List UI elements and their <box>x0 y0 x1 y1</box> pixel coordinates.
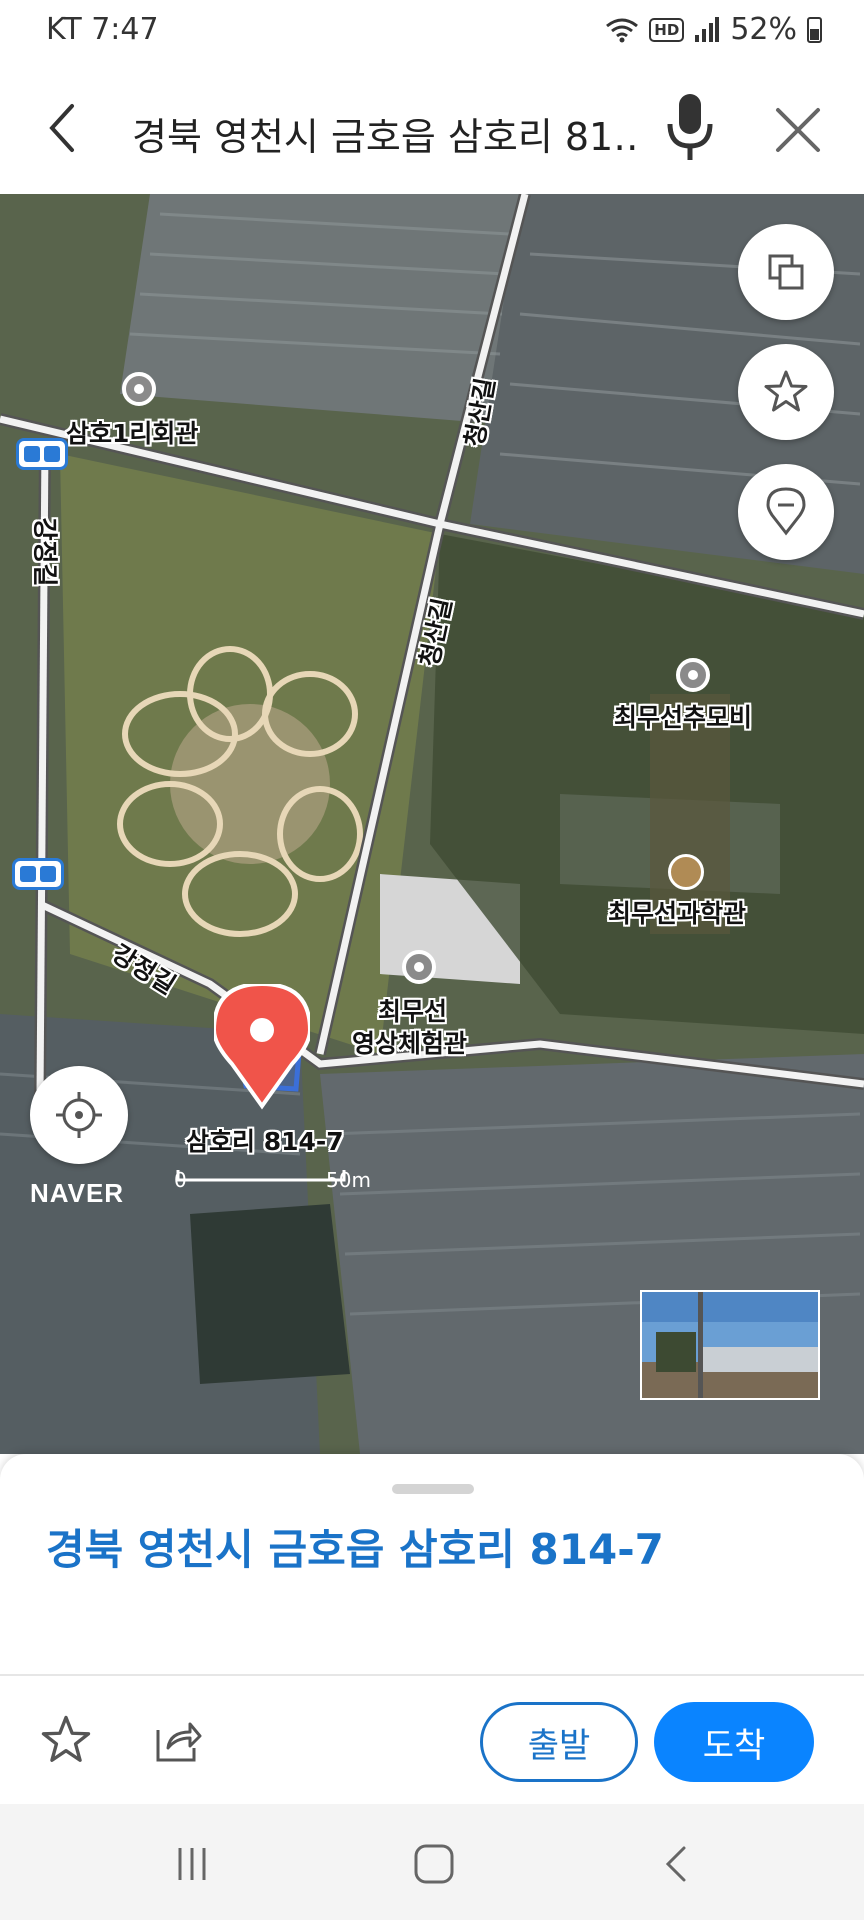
battery-percent: 52% <box>730 12 797 47</box>
status-icons: HD 52% <box>605 12 822 47</box>
current-location-button[interactable] <box>30 1066 128 1164</box>
bus-stop-icon-2[interactable] <box>12 858 64 890</box>
system-nav-bar <box>0 1804 864 1920</box>
voice-search-button[interactable] <box>662 90 718 166</box>
naver-logo: NAVER <box>30 1178 125 1208</box>
map-view[interactable]: 삼호1리회관 청산길 청산길 강정길 강정길 최무선추모비 최무선과학관 최무선… <box>0 194 864 1454</box>
poi-monument-marker[interactable] <box>676 658 710 692</box>
location-pin-marker[interactable] <box>214 984 310 1110</box>
scale-start: 0 <box>174 1168 187 1192</box>
status-bar: KT 7:47 HD 52% <box>0 0 864 62</box>
search-bar: 경북 영천시 금호읍 삼호리 81… <box>0 62 864 194</box>
poi-video-hall-marker[interactable] <box>402 950 436 984</box>
divider <box>0 1674 864 1676</box>
close-button[interactable] <box>772 104 824 156</box>
crosshair-icon <box>56 1092 102 1138</box>
label-video-hall-line1[interactable]: 최무선 <box>378 992 447 1028</box>
wifi-icon <box>606 18 639 42</box>
place-info-sheet[interactable]: 경북 영천시 금호읍 삼호리 814-7 출발 도착 <box>0 1454 864 1804</box>
street-view-thumbnail[interactable] <box>640 1290 820 1400</box>
home-button[interactable] <box>404 1834 464 1894</box>
signal-icon <box>695 16 720 42</box>
back-button[interactable] <box>38 98 86 158</box>
bus-stop-icon[interactable] <box>16 438 68 470</box>
sheet-drag-handle[interactable] <box>392 1484 474 1494</box>
poi-hall-marker[interactable] <box>122 372 156 406</box>
share-icon <box>156 1722 202 1762</box>
label-hall[interactable]: 삼호1리회관 <box>66 414 198 450</box>
label-monument[interactable]: 최무선추모비 <box>614 698 752 734</box>
label-science-hall[interactable]: 최무선과학관 <box>608 894 746 930</box>
home-icon <box>414 1844 454 1884</box>
save-place-button[interactable] <box>36 1710 96 1770</box>
battery-icon <box>807 16 822 43</box>
label-road-gangjeong: 강정길 <box>30 517 60 587</box>
microphone-icon <box>667 94 713 160</box>
search-input[interactable]: 경북 영천시 금호읍 삼호리 81… <box>132 106 642 161</box>
street-view-image <box>642 1292 818 1398</box>
label-video-hall-line2[interactable]: 영상체험관 <box>352 1024 467 1060</box>
chevron-left-icon <box>49 104 74 152</box>
hd-voice-icon: HD <box>649 17 685 42</box>
favorite-map-button[interactable] <box>738 344 834 440</box>
star-icon <box>41 1715 91 1762</box>
share-button[interactable] <box>148 1710 208 1770</box>
place-title: 경북 영천시 금호읍 삼호리 814-7 <box>46 1525 664 1574</box>
system-back-button[interactable] <box>646 1834 706 1894</box>
recent-apps-button[interactable] <box>162 1834 222 1894</box>
scale-end: 50m <box>326 1168 371 1192</box>
location-pin-button[interactable] <box>738 464 834 560</box>
recent-apps-icon <box>178 1848 206 1880</box>
arrive-button[interactable]: 도착 <box>654 1702 814 1782</box>
carrier-time: KT 7:47 <box>46 12 159 47</box>
close-icon <box>776 108 820 152</box>
layers-icon <box>768 254 804 290</box>
back-icon <box>665 1846 686 1882</box>
map-layers-button[interactable] <box>738 224 834 320</box>
label-pin-address: 삼호리 814-7 <box>186 1127 344 1156</box>
star-icon <box>764 370 808 412</box>
depart-button[interactable]: 출발 <box>480 1702 638 1782</box>
location-pin-icon <box>766 487 806 536</box>
museum-icon[interactable] <box>668 854 704 890</box>
